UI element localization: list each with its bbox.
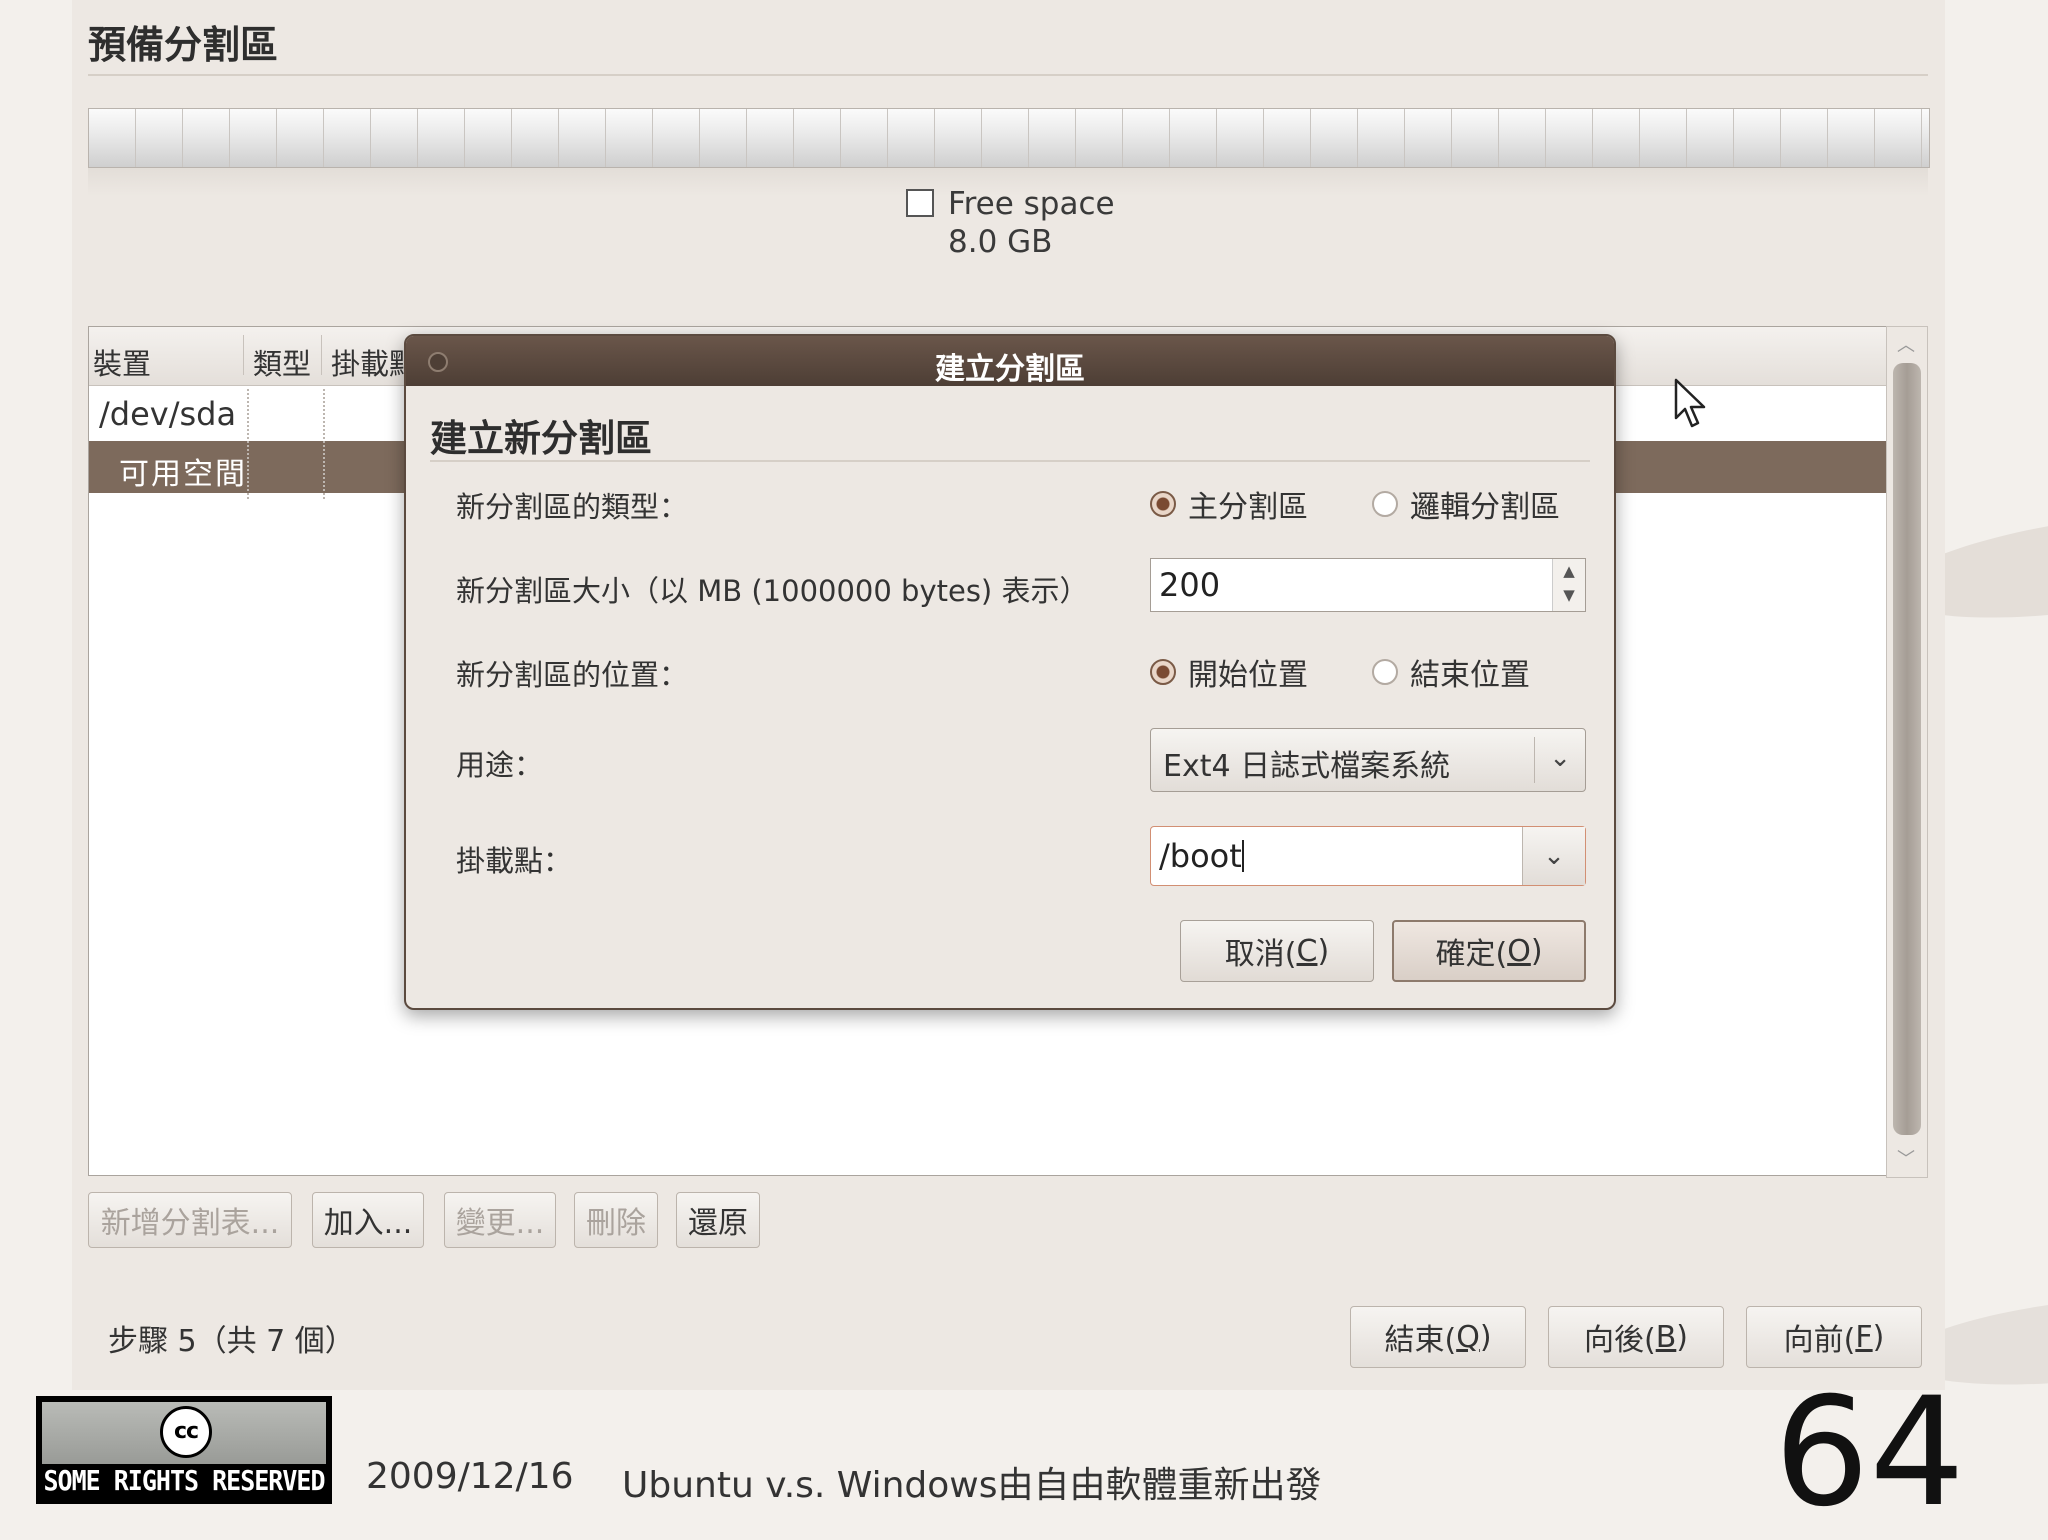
location-start-radio[interactable]: 開始位置 — [1150, 650, 1308, 694]
scroll-down-icon[interactable]: ﹀ — [1897, 1145, 1915, 1171]
column-guide — [323, 389, 325, 499]
slide-title: Ubuntu v.s. Windows由自由軟體重新出發 — [622, 1465, 1322, 1506]
chevron-down-icon[interactable]: ⌄ — [1549, 743, 1571, 773]
location-start-label: 開始位置 — [1188, 658, 1308, 693]
cancel-suffix: ) — [1317, 933, 1330, 969]
delete-partition-button[interactable]: 刪除 — [574, 1192, 658, 1248]
partition-size-label: 新分割區大小（以 MB (1000000 bytes) 表示） — [456, 574, 1089, 608]
back-mnemonic: B — [1655, 1319, 1677, 1355]
disk-legend: Free space — [906, 186, 1115, 222]
filesystem-select[interactable]: Ext4 日誌式檔案系統 ⌄ — [1150, 728, 1586, 792]
scroll-up-icon[interactable]: ︿ — [1897, 331, 1915, 357]
cancel-button[interactable]: 取消(C) — [1180, 920, 1374, 982]
quit-mnemonic: Q — [1456, 1319, 1480, 1355]
back-suffix: ) — [1676, 1319, 1689, 1355]
table-scrollbar[interactable]: ︿ ﹀ — [1886, 326, 1928, 1178]
back-button[interactable]: 向後(B) — [1548, 1306, 1724, 1368]
primary-partition-label: 主分割區 — [1188, 490, 1308, 525]
spin-up-icon[interactable]: ▲ — [1553, 559, 1585, 583]
cc-badge-top: cc — [42, 1402, 326, 1464]
free-space-swatch-icon — [906, 189, 934, 217]
legend-size: 8.0 GB — [948, 224, 1053, 260]
change-partition-button[interactable]: 變更... — [444, 1192, 556, 1248]
mount-point-label: 掛載點： — [456, 844, 573, 878]
back-label: 向後( — [1583, 1323, 1656, 1358]
mount-point-value: /boot — [1159, 837, 1242, 875]
divider — [88, 74, 1928, 76]
location-end-radio[interactable]: 結束位置 — [1372, 650, 1530, 694]
slide-page-number: 64 — [1774, 1366, 1965, 1540]
dialog-heading: 建立新分割區 — [430, 417, 652, 460]
forward-button[interactable]: 向前(F) — [1746, 1306, 1922, 1368]
forward-label: 向前( — [1783, 1323, 1856, 1358]
ok-label: 確定( — [1435, 937, 1508, 972]
logical-partition-label: 邏輯分割區 — [1410, 490, 1560, 525]
step-indicator: 步驟 5（共 7 個） — [108, 1324, 355, 1359]
page-title: 預備分割區 — [88, 23, 279, 67]
new-partition-table-button[interactable]: 新增分割表... — [88, 1192, 292, 1248]
creative-commons-badge: cc SOME RIGHTS RESERVED — [36, 1396, 332, 1504]
table-row-device[interactable]: /dev/sda — [99, 395, 236, 433]
combo-separator — [1534, 737, 1535, 783]
dialog-title: 建立分割區 — [935, 352, 1085, 387]
partition-location-label: 新分割區的位置： — [456, 658, 689, 692]
partition-type-label: 新分割區的類型： — [456, 490, 689, 524]
legend-label: Free space — [948, 186, 1115, 222]
location-end-label: 結束位置 — [1410, 658, 1530, 693]
use-as-label: 用途： — [456, 748, 544, 782]
column-guide — [247, 389, 249, 499]
column-separator — [321, 335, 322, 375]
scrollbar-thumb[interactable] — [1893, 363, 1921, 1135]
ok-button[interactable]: 確定(O) — [1392, 920, 1586, 982]
cancel-label: 取消( — [1224, 937, 1297, 972]
mount-point-input[interactable]: /boot — [1159, 837, 1244, 875]
column-header-device[interactable]: 裝置 — [93, 341, 151, 383]
add-partition-button[interactable]: 加入... — [312, 1192, 424, 1248]
mount-point-combo[interactable]: /boot ⌄ — [1150, 826, 1586, 886]
forward-suffix: ) — [1872, 1319, 1885, 1355]
create-partition-dialog: 建立分割區 建立新分割區 新分割區的類型： 主分割區 邏輯分割區 新分割區大小（… — [404, 334, 1616, 1010]
revert-button[interactable]: 還原 — [676, 1192, 760, 1248]
radio-unselected-icon — [1372, 491, 1398, 517]
cancel-mnemonic: C — [1296, 933, 1318, 969]
ok-suffix: ) — [1530, 933, 1543, 969]
radio-selected-icon — [1150, 659, 1176, 685]
spin-down-icon[interactable]: ▼ — [1553, 583, 1585, 607]
column-header-type[interactable]: 類型 — [253, 341, 311, 383]
quit-label: 結束( — [1384, 1323, 1457, 1358]
license-text: SOME RIGHTS RESERVED — [43, 1464, 325, 1497]
spin-buttons[interactable]: ▲ ▼ — [1552, 559, 1585, 611]
filesystem-value: Ext4 日誌式檔案系統 — [1163, 749, 1451, 784]
divider — [430, 460, 1590, 462]
slide-date: 2009/12/16 — [366, 1456, 574, 1497]
ok-mnemonic: O — [1507, 933, 1531, 969]
text-caret — [1241, 840, 1244, 872]
quit-button[interactable]: 結束(Q) — [1350, 1306, 1526, 1368]
logical-partition-radio[interactable]: 邏輯分割區 — [1372, 482, 1560, 526]
dialog-titlebar[interactable]: 建立分割區 — [406, 336, 1614, 387]
column-separator — [243, 335, 244, 375]
partition-size-spinbox[interactable]: 200 ▲ ▼ — [1150, 558, 1586, 612]
disk-usage-bar — [88, 108, 1930, 168]
radio-unselected-icon — [1372, 659, 1398, 685]
radio-selected-icon — [1150, 491, 1176, 517]
quit-suffix: ) — [1479, 1319, 1492, 1355]
partition-size-value[interactable]: 200 — [1159, 566, 1220, 604]
table-cell-device: 可用空間 — [119, 457, 247, 492]
mouse-pointer-icon — [1674, 378, 1706, 428]
forward-mnemonic: F — [1855, 1319, 1873, 1355]
cc-logo-icon: cc — [160, 1406, 212, 1458]
chevron-down-icon[interactable]: ⌄ — [1522, 827, 1585, 885]
primary-partition-radio[interactable]: 主分割區 — [1150, 482, 1308, 526]
